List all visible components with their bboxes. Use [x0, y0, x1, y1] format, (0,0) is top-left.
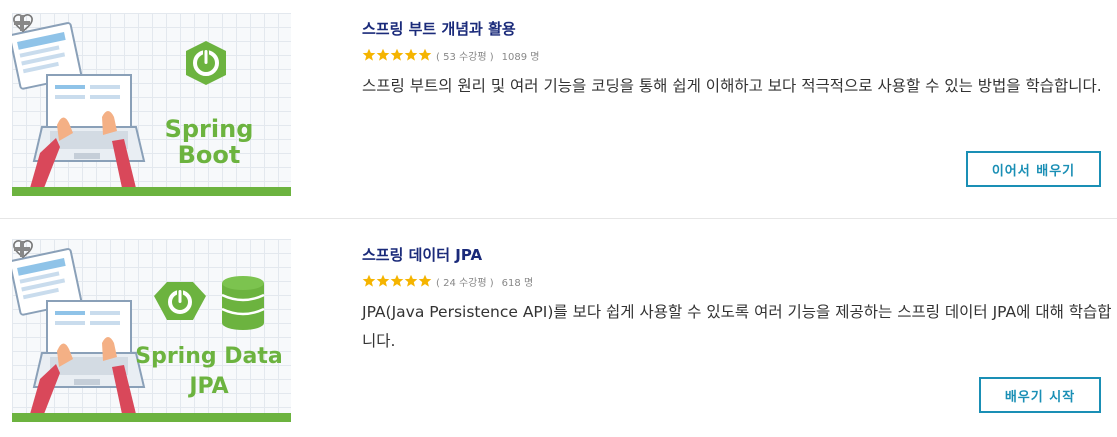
student-count: 618 명 — [501, 277, 534, 289]
course-card: Spring Data JPA 스프링 데이터 JPA ( 24 수강평 ) 6… — [0, 226, 1117, 436]
plus-icon[interactable] — [12, 239, 32, 259]
star-icon — [390, 48, 404, 61]
star-icon — [404, 274, 418, 287]
divider — [0, 218, 1117, 219]
thumbnail-title-line2: JPA — [189, 374, 229, 399]
star-icon — [376, 274, 390, 287]
student-count: 1089 명 — [501, 51, 540, 63]
star-icon — [418, 48, 432, 61]
rating-stars — [362, 48, 432, 62]
course-thumbnail[interactable]: Spring Data JPA — [12, 239, 291, 422]
course-rating: ( 24 수강평 ) 618 명 — [362, 273, 533, 289]
course-description: JPA(Java Persistence API)를 보다 쉽게 사용할 수 있… — [362, 303, 1112, 350]
star-icon — [376, 48, 390, 61]
star-icon — [404, 48, 418, 61]
star-icon — [390, 274, 404, 287]
thumbnail-title-line1: Spring Data — [135, 344, 283, 369]
star-icon — [418, 274, 432, 287]
plus-icon[interactable] — [12, 13, 32, 33]
database-icon — [221, 276, 265, 330]
star-icon — [362, 274, 376, 287]
course-description: 스프링 부트의 원리 및 여러 기능을 코딩을 통해 쉽게 이해하고 보다 적극… — [362, 77, 1102, 95]
rating-stars — [362, 274, 432, 288]
thumbnail-title: Spring Boot — [164, 115, 254, 170]
review-count: ( 53 수강평 ) — [436, 51, 494, 63]
course-rating: ( 53 수강평 ) 1089 명 — [362, 47, 540, 63]
start-learning-button[interactable]: 배우기 시작 — [979, 377, 1101, 413]
course-thumbnail[interactable]: Spring Boot — [12, 13, 291, 196]
continue-learning-button[interactable]: 이어서 배우기 — [966, 151, 1101, 187]
star-icon — [362, 48, 376, 61]
thumbnail-bar — [12, 413, 291, 422]
course-title[interactable]: 스프링 데이터 JPA — [362, 244, 482, 265]
course-title[interactable]: 스프링 부트 개념과 활용 — [362, 18, 516, 39]
course-card: Spring Boot 스프링 부트 개념과 활용 ( 53 수강평 ) 108… — [0, 0, 1117, 210]
thumbnail-bar — [12, 187, 291, 196]
review-count: ( 24 수강평 ) — [436, 277, 494, 289]
